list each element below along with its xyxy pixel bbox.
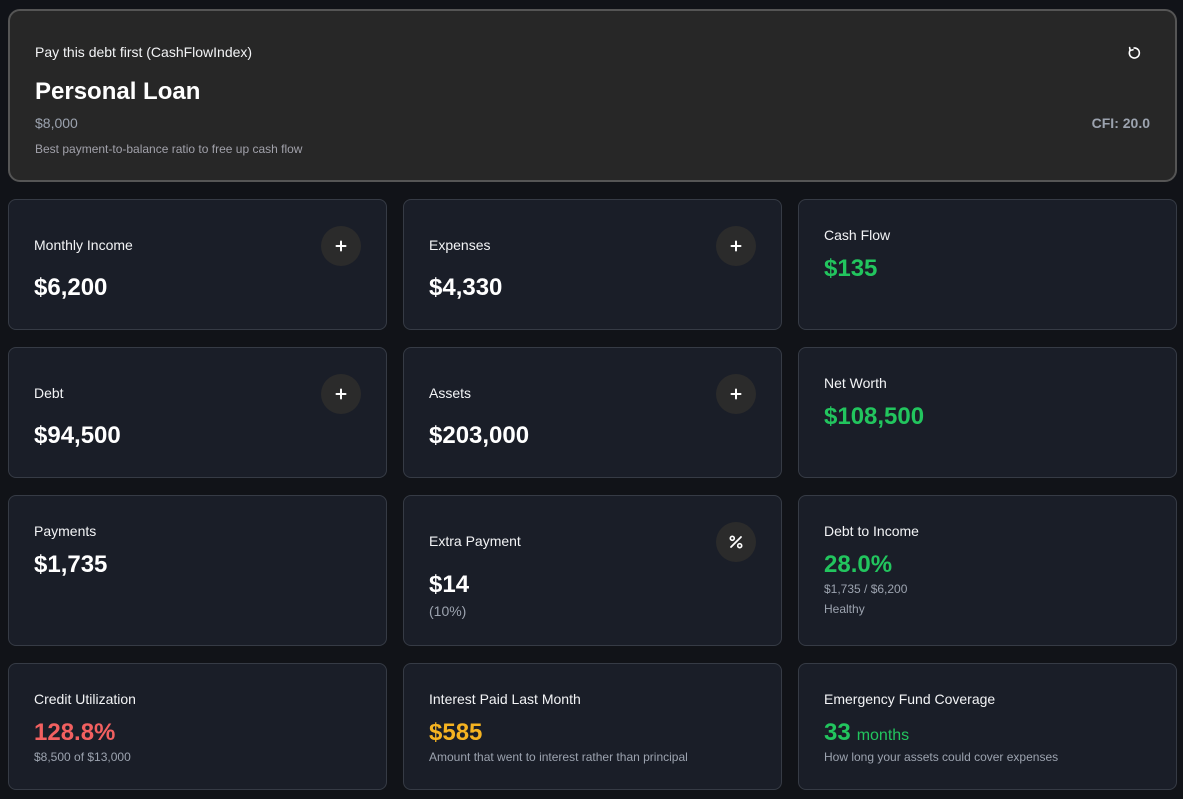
debt-value: $94,500: [34, 422, 121, 449]
emergency-fund-value-row: 33 months: [824, 719, 909, 747]
extra-payment-percent: (10%): [429, 603, 467, 619]
emergency-fund-label: Emergency Fund Coverage: [824, 691, 996, 707]
add-debt-button[interactable]: [321, 374, 361, 414]
assets-card: Assets $203,000: [403, 347, 782, 478]
refresh-button[interactable]: [1123, 42, 1145, 64]
credit-utilization-detail: $8,500 of $13,000: [34, 750, 131, 764]
plus-icon: [730, 240, 742, 252]
interest-paid-value: $585: [429, 719, 483, 746]
debt-to-income-detail: $1,735 / $6,200: [824, 582, 908, 596]
cash-flow-label: Cash Flow: [824, 227, 891, 243]
net-worth-value: $108,500: [824, 403, 925, 430]
net-worth-label: Net Worth: [824, 375, 887, 391]
credit-utilization-card: Credit Utilization 128.8% $8,500 of $13,…: [8, 663, 387, 790]
emergency-fund-unit: months: [856, 727, 910, 744]
debt-recommendation-banner: Pay this debt first (CashFlowIndex) Pers…: [8, 9, 1177, 182]
expenses-value: $4,330: [429, 274, 503, 301]
dashboard: Pay this debt first (CashFlowIndex) Pers…: [0, 0, 1183, 799]
recommended-debt-balance: $8,000: [35, 115, 78, 131]
extra-payment-card: Extra Payment $14 (10%): [403, 495, 782, 646]
extra-payment-label: Extra Payment: [429, 533, 521, 549]
add-expense-button[interactable]: [716, 226, 756, 266]
payments-label: Payments: [34, 523, 97, 539]
payments-card: Payments $1,735: [8, 495, 387, 646]
extra-payment-value: $14: [429, 571, 470, 598]
plus-icon: [730, 388, 742, 400]
debt-to-income-card: Debt to Income 28.0% $1,735 / $6,200 Hea…: [798, 495, 1177, 646]
debt-label: Debt: [34, 385, 64, 401]
cfi-score: CFI: 20.0: [1091, 115, 1150, 131]
expenses-label: Expenses: [429, 237, 491, 253]
emergency-fund-card: Emergency Fund Coverage 33 months How lon…: [798, 663, 1177, 790]
interest-paid-label: Interest Paid Last Month: [429, 691, 581, 707]
credit-utilization-value: 128.8%: [34, 719, 116, 746]
monthly-income-card: Monthly Income $6,200: [8, 199, 387, 330]
expenses-card: Expenses $4,330: [403, 199, 782, 330]
debt-card: Debt $94,500: [8, 347, 387, 478]
credit-utilization-label: Credit Utilization: [34, 691, 136, 707]
monthly-income-label: Monthly Income: [34, 237, 133, 253]
recommendation-heading: Pay this debt first (CashFlowIndex): [35, 44, 253, 60]
recommended-debt-name: Personal Loan: [35, 78, 201, 105]
refresh-icon: [1128, 46, 1141, 59]
interest-paid-card: Interest Paid Last Month $585 Amount tha…: [403, 663, 782, 790]
emergency-fund-detail: How long your assets could cover expense…: [824, 750, 1059, 764]
debt-to-income-status: Healthy: [824, 602, 865, 616]
cash-flow-card: Cash Flow $135: [798, 199, 1177, 330]
debt-to-income-label: Debt to Income: [824, 523, 919, 539]
extra-payment-percent-button[interactable]: [716, 522, 756, 562]
assets-value: $203,000: [429, 422, 530, 449]
add-asset-button[interactable]: [716, 374, 756, 414]
assets-label: Assets: [429, 385, 472, 401]
emergency-fund-value: 33: [824, 719, 851, 746]
plus-icon: [335, 240, 347, 252]
cash-flow-value: $135: [824, 255, 878, 282]
interest-paid-detail: Amount that went to interest rather than…: [429, 750, 688, 764]
add-income-button[interactable]: [321, 226, 361, 266]
percent-icon: [729, 535, 743, 549]
plus-icon: [335, 388, 347, 400]
recommendation-description: Best payment-to-balance ratio to free up…: [35, 142, 303, 156]
net-worth-card: Net Worth $108,500: [798, 347, 1177, 478]
debt-to-income-value: 28.0%: [824, 551, 893, 578]
payments-value: $1,735: [34, 551, 108, 578]
monthly-income-value: $6,200: [34, 274, 108, 301]
